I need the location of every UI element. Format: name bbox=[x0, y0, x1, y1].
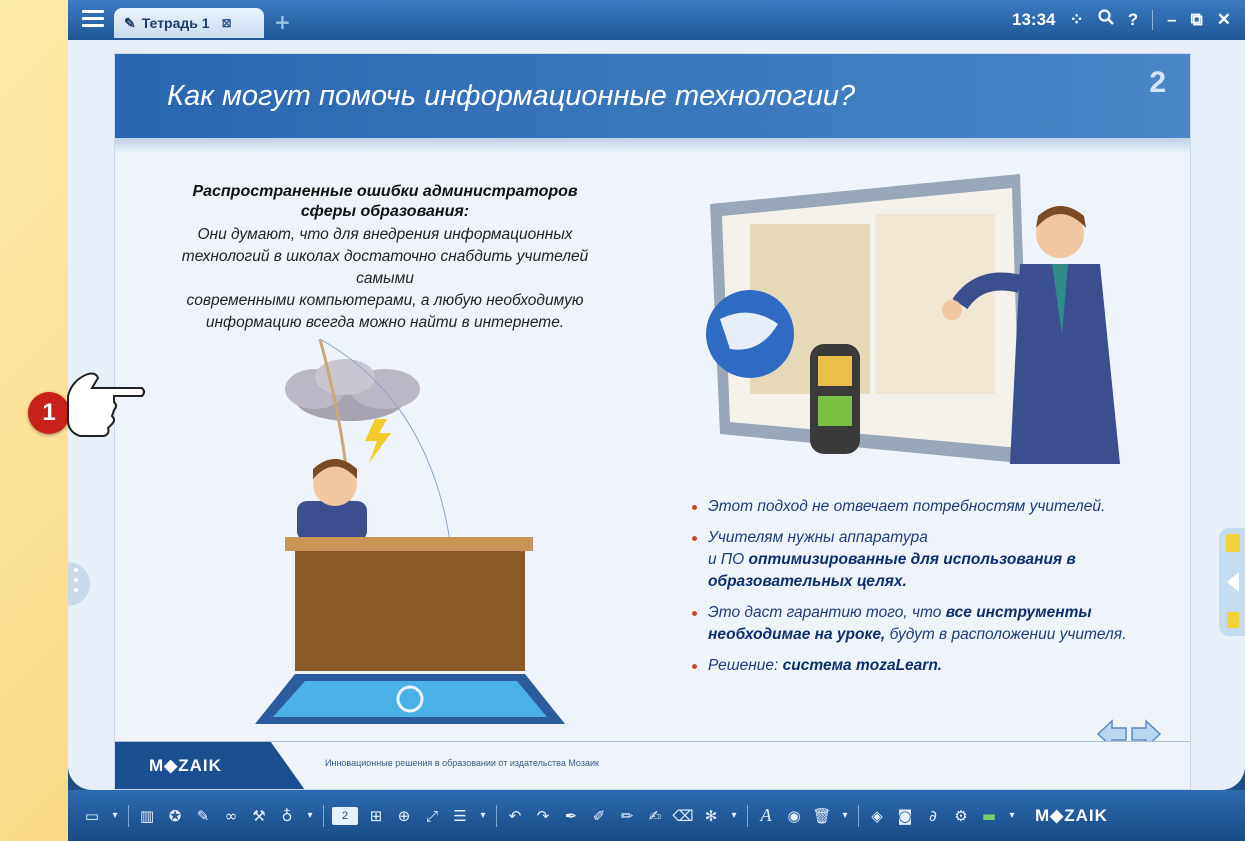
marker-icon[interactable]: ✐ bbox=[589, 806, 609, 826]
bullet-list: Этот подход не отвечает потребностям учи… bbox=[690, 496, 1130, 686]
highlighter-icon[interactable]: ✍ bbox=[645, 806, 665, 826]
bullet-text: Это даст гарантию того, что bbox=[708, 604, 942, 621]
lead-body-line: Они думают, что для внедрения информацио… bbox=[197, 226, 573, 243]
lead-body-line: современными компьютерами, а любую необх… bbox=[186, 292, 584, 309]
bullet-text: Этот подход не отвечает потребностям учи… bbox=[708, 498, 1106, 515]
lead-heading-line: Распространенные ошибки администраторов bbox=[192, 183, 578, 200]
undo-icon[interactable]: ↶ bbox=[505, 806, 525, 826]
glasses-icon[interactable]: ∞ bbox=[221, 806, 241, 826]
page-number[interactable]: 2 bbox=[332, 806, 358, 825]
workspace: Как могут помочь информационные технолог… bbox=[68, 40, 1245, 790]
list-item: Учителям нужны аппаратура и ПО оптимизир… bbox=[690, 527, 1130, 593]
list-icon[interactable]: ☰ bbox=[450, 806, 470, 826]
divider bbox=[323, 804, 324, 827]
bullet-emphasis: система mozaLearn. bbox=[782, 657, 943, 674]
bullet-text: Решение: bbox=[708, 657, 779, 674]
menu-icon[interactable] bbox=[82, 10, 104, 28]
crayons-icon[interactable]: ✻ bbox=[701, 806, 721, 826]
chevron-down-icon[interactable]: ▾ bbox=[729, 806, 739, 826]
board-icon[interactable]: ▭ bbox=[82, 806, 102, 826]
bulb-icon[interactable]: ♁ bbox=[277, 806, 297, 826]
new-tab-button[interactable]: + bbox=[274, 10, 291, 34]
mozaik-logo: M◆ZAIK bbox=[115, 742, 305, 789]
clock: 13:34 bbox=[1012, 9, 1056, 29]
lead-heading-line: сферы образования: bbox=[300, 203, 470, 220]
resize-icon[interactable]: ⤢ bbox=[422, 806, 442, 826]
left-panel-handle[interactable] bbox=[68, 562, 90, 606]
lead-heading: Распространенные ошибки администраторов … bbox=[155, 182, 615, 222]
worried-teacher-illustration bbox=[255, 338, 565, 724]
chevron-down-icon[interactable]: ▾ bbox=[840, 806, 850, 826]
help-icon[interactable]: ? bbox=[1128, 10, 1138, 30]
tab-label: Тетрадь 1 bbox=[141, 15, 210, 31]
list-item: Это даст гарантию того, что все инструме… bbox=[690, 602, 1130, 646]
list-item: Этот подход не отвечает потребностям учи… bbox=[690, 496, 1130, 518]
mozaik-toolbar-logo: M◆ZAIK bbox=[1035, 805, 1108, 825]
shape-icon[interactable]: ◉ bbox=[784, 806, 804, 826]
right-panel-handle[interactable] bbox=[1219, 528, 1245, 636]
minimize-icon[interactable]: – bbox=[1167, 10, 1176, 30]
bullet-emphasis: оптимизированные для использования в обр… bbox=[708, 551, 1076, 590]
divider bbox=[747, 804, 748, 827]
close-icon[interactable]: ✕ bbox=[1217, 10, 1231, 30]
list-item: Решение: система mozaLearn. bbox=[690, 655, 1130, 677]
lead-body-line: технологий в школах достаточно снабдить … bbox=[181, 248, 589, 287]
tab-close-icon[interactable]: ⊠ bbox=[222, 16, 232, 30]
redo-icon[interactable]: ↷ bbox=[533, 806, 553, 826]
tab-notebook[interactable]: ✎ Тетрадь 1 ⊠ bbox=[114, 8, 264, 38]
slide: Как могут помочь информационные технолог… bbox=[114, 53, 1191, 790]
graduation-icon[interactable]: ✪ bbox=[165, 806, 185, 826]
attachment-icon[interactable]: ∂ bbox=[923, 806, 943, 826]
pen-icon[interactable]: ✒ bbox=[561, 806, 581, 826]
bullet-text: Учителям нужны аппаратура bbox=[708, 529, 928, 546]
settings-icon[interactable]: ⚙ bbox=[951, 806, 971, 826]
chevron-down-icon[interactable]: ▾ bbox=[478, 806, 488, 826]
bullet-text: и ПО bbox=[708, 551, 745, 568]
slide-footer: M◆ZAIK Инновационные решения в образован… bbox=[115, 741, 1190, 789]
eraser-icon[interactable]: ⌫ bbox=[672, 806, 693, 826]
line-color-icon[interactable]: ▬ bbox=[979, 806, 999, 826]
add-page-icon[interactable]: ⊞ bbox=[366, 806, 386, 826]
window-controls: 13:34 ⁘ ? – ⧉ ✕ bbox=[1012, 9, 1231, 30]
lead-body: Они думают, что для внедрения информацио… bbox=[155, 224, 615, 334]
brush-icon[interactable]: ✏ bbox=[617, 806, 637, 826]
divider bbox=[128, 804, 129, 827]
tools-icon[interactable]: ⚒ bbox=[249, 806, 269, 826]
bottom-toolbar: ▭ ▾ ▥ ✪ ✎ ∞ ⚒ ♁ ▾ 2 ⊞ ⊕ ⤢ ☰ ▾ ↶ ↷ ✒ ✐ ✏ … bbox=[68, 790, 1245, 841]
slide-header: Как могут помочь информационные технолог… bbox=[115, 54, 1190, 154]
apps-icon[interactable]: ⁘ bbox=[1070, 10, 1084, 30]
presenter-illustration bbox=[706, 174, 1120, 464]
title-bar: ✎ Тетрадь 1 ⊠ + 13:34 ⁘ ? – ⧉ ✕ bbox=[68, 0, 1245, 40]
slide-number: 2 bbox=[1149, 66, 1166, 99]
trash-icon[interactable]: 🗑 bbox=[812, 806, 832, 826]
pages-icon[interactable]: ▥ bbox=[137, 806, 157, 826]
compass-icon[interactable]: ◈ bbox=[867, 806, 887, 826]
chevron-down-icon[interactable]: ▾ bbox=[305, 806, 315, 826]
chevron-down-icon[interactable]: ▾ bbox=[1007, 806, 1017, 826]
pointing-hand-icon bbox=[67, 372, 145, 437]
search-icon[interactable] bbox=[1098, 9, 1114, 30]
slide-title: Как могут помочь информационные технолог… bbox=[167, 80, 856, 112]
bullet-text: будут в расположении учителя. bbox=[889, 626, 1127, 643]
text-icon[interactable]: A bbox=[756, 805, 776, 826]
footer-caption: Инновационные решения в образовании от и… bbox=[325, 758, 599, 768]
note-icon[interactable]: ✎ bbox=[193, 806, 213, 826]
app-window: ✎ Тетрадь 1 ⊠ + 13:34 ⁘ ? – ⧉ ✕ Как могу… bbox=[68, 0, 1245, 841]
pencil-icon: ✎ bbox=[124, 14, 136, 31]
divider bbox=[858, 804, 859, 827]
chevron-down-icon[interactable]: ▾ bbox=[110, 806, 120, 826]
divider bbox=[1152, 9, 1154, 30]
zoom-icon[interactable]: ⊕ bbox=[394, 806, 414, 826]
restore-icon[interactable]: ⧉ bbox=[1191, 10, 1203, 30]
camera-icon[interactable]: ◙ bbox=[895, 806, 915, 826]
divider bbox=[496, 804, 497, 827]
